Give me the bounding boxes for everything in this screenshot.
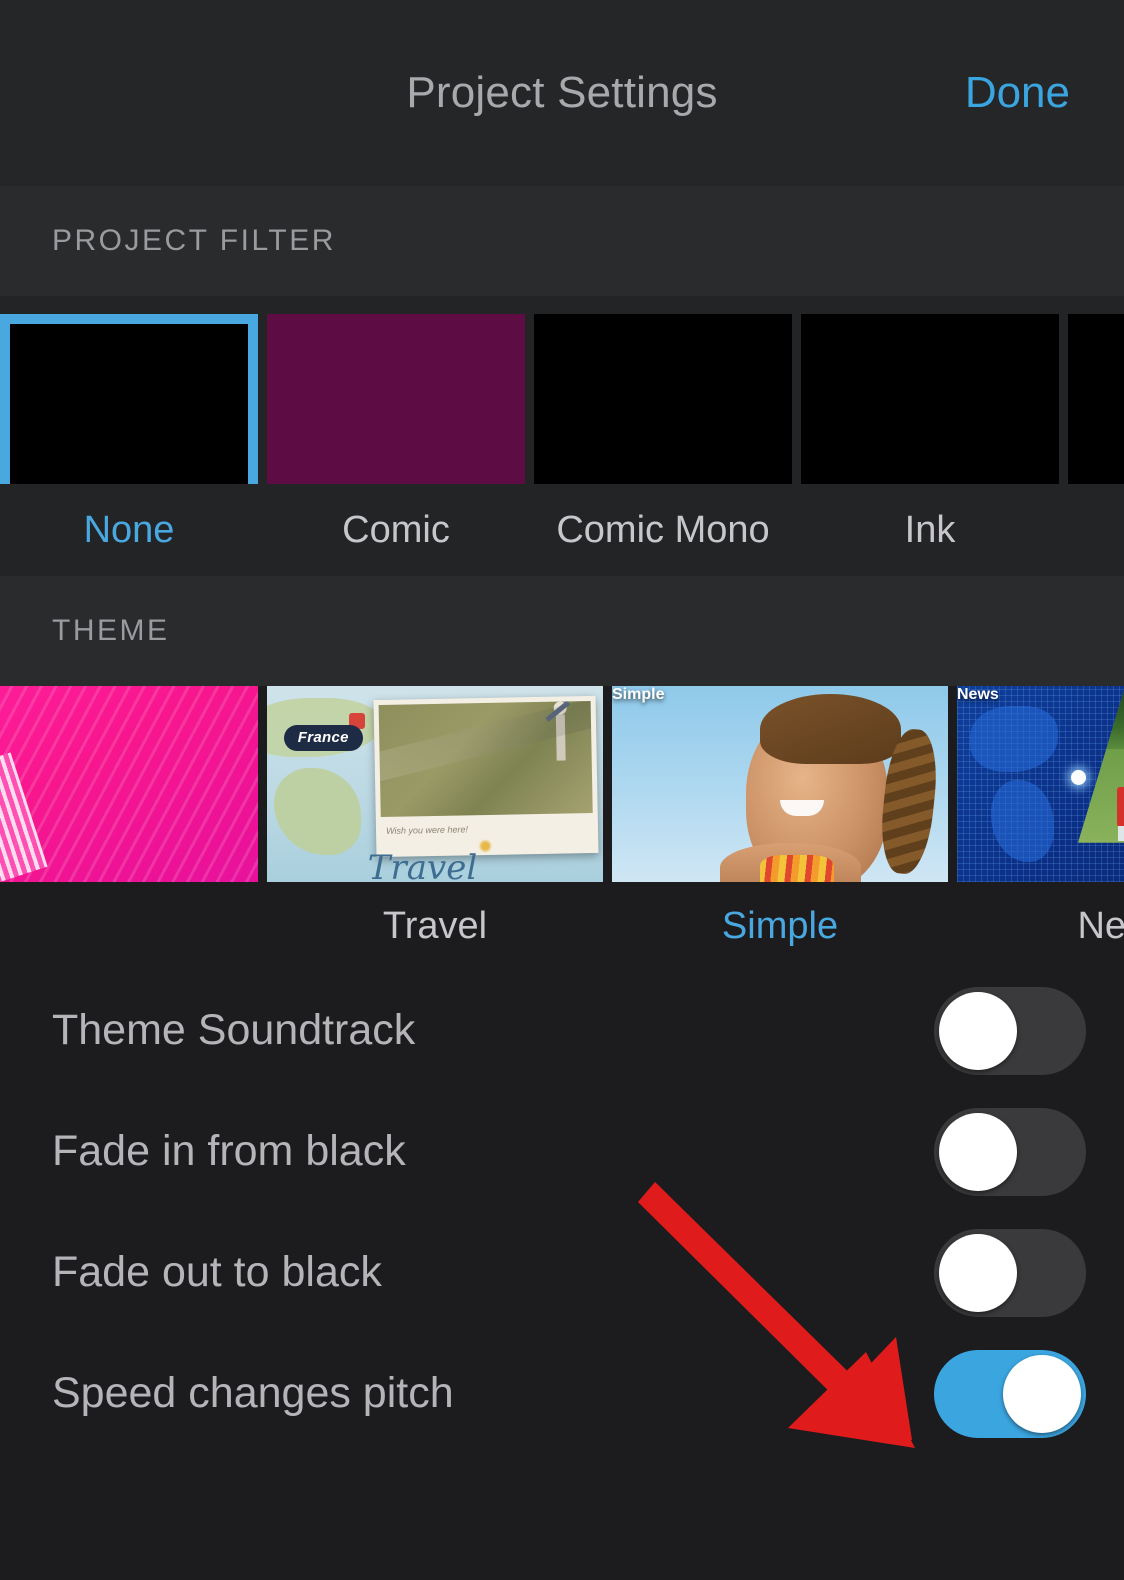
toggle-knob [939,1234,1017,1312]
map-landmass [274,768,361,854]
theme-label: Simple [612,905,948,948]
section-label-theme: THEME [52,614,170,648]
theme-label: News [957,905,1124,948]
theme-caption-simple: Simple [612,686,664,704]
sun-icon [478,838,492,852]
filter-swatch [801,314,1059,484]
travel-script-text: Travel [368,848,477,882]
travel-postcard: Wish you were here! [373,696,598,857]
retro-figure [0,753,48,882]
page-title: Project Settings [406,68,717,118]
theme-art-travel: France Wish you were here! Travel [267,686,603,882]
travel-location-tag: France [284,725,363,751]
theme-carousel[interactable]: France Wish you were here! Travel [0,686,1124,882]
section-header-theme: THEME [0,576,1124,686]
project-settings-screen: Project Settings Done PROJECT FILTER Non… [0,0,1124,1580]
toggle-speed-changes-pitch[interactable] [934,1350,1086,1438]
postcard-photo [378,701,592,817]
climber-figure [556,715,566,761]
settings-list: Theme Soundtrack Fade in from black Fade o… [0,970,1124,1454]
toggle-knob [1003,1355,1081,1433]
theme-thumbnail-retro[interactable] [0,686,258,882]
project-filter-carousel[interactable] [0,296,1124,484]
settings-row-label: Speed changes pitch [52,1369,454,1418]
theme-thumbnail-news[interactable]: News [957,686,1124,882]
theme-thumbnail-travel[interactable]: France Wish you were here! Travel [267,686,603,882]
settings-row-fade-in-from-black: Fade in from black [0,1091,1124,1212]
theme-labels: TravelSimpleNews [0,882,1124,970]
settings-row-label: Theme Soundtrack [52,1006,415,1055]
navigation-bar: Project Settings Done [0,0,1124,186]
filter-label: Ink [801,509,1059,552]
filter-thumbnail-comic-mono[interactable] [534,314,792,484]
filter-thumbnail-more[interactable] [1068,314,1124,484]
theme-art-simple [612,686,948,882]
filter-label: None [0,509,258,552]
news-child-figure [1117,787,1124,827]
settings-row-theme-soundtrack: Theme Soundtrack [0,970,1124,1091]
section-label-project-filter: PROJECT FILTER [52,224,336,258]
settings-row-label: Fade in from black [52,1127,406,1176]
settings-row-label: Fade out to black [52,1248,382,1297]
settings-row-fade-out-to-black: Fade out to black [0,1212,1124,1333]
filter-swatch [267,314,525,484]
done-button[interactable]: Done [965,68,1070,118]
toggle-fade-in-from-black[interactable] [934,1108,1086,1196]
theme-caption-news: News [957,686,999,704]
toggle-theme-soundtrack[interactable] [934,987,1086,1075]
theme-art-news [957,686,1124,882]
theme-label: Travel [267,905,603,948]
toggle-fade-out-to-black[interactable] [934,1229,1086,1317]
filter-label: Comic Mono [534,509,792,552]
filter-swatch [534,314,792,484]
child-hair [760,694,901,765]
settings-row-speed-changes-pitch: Speed changes pitch [0,1333,1124,1454]
filter-thumbnail-ink[interactable] [801,314,1059,484]
project-filter-labels: NoneComicComic MonoInk [0,484,1124,576]
toggle-knob [939,1113,1017,1191]
theme-art-retro [0,686,258,882]
filter-thumbnail-none[interactable] [0,314,258,484]
child-swimsuit [760,855,834,882]
section-header-project-filter: PROJECT FILTER [0,186,1124,296]
theme-thumbnail-simple[interactable]: Simple [612,686,948,882]
toggle-knob [939,992,1017,1070]
filter-swatch [0,314,258,484]
filter-label: Comic [267,509,525,552]
filter-thumbnail-comic[interactable] [267,314,525,484]
filter-swatch [1068,314,1124,484]
